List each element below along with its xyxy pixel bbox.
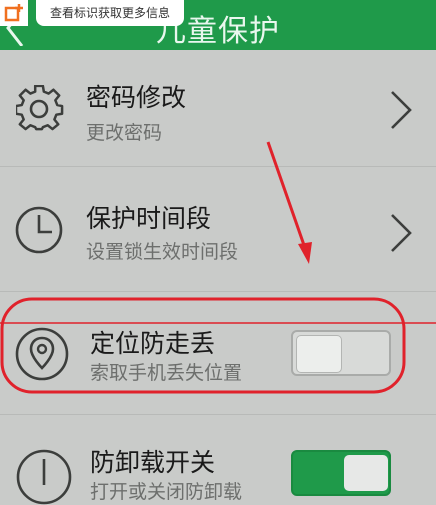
row-title: 防卸载开关	[90, 448, 216, 477]
row-subtitle: 设置锁生效时间段	[86, 241, 239, 263]
row-subtitle: 更改密码	[86, 122, 163, 144]
uninstall-toggle[interactable]	[291, 450, 391, 496]
row-subtitle: 索取手机丢失位置	[90, 362, 243, 384]
clock-icon	[15, 206, 63, 254]
gear-icon	[16, 85, 64, 131]
settings-row-password[interactable]: 密码修改 更改密码	[0, 50, 436, 166]
info-badge-icon[interactable]	[0, 0, 28, 26]
settings-row-protect-time[interactable]: 保护时间段 设置锁生效时间段	[0, 167, 436, 291]
power-icon	[16, 449, 72, 505]
chevron-right-icon	[391, 91, 412, 129]
row-title: 定位防走丢	[90, 329, 216, 358]
chevron-right-icon	[391, 214, 412, 252]
row-title: 保护时间段	[86, 204, 212, 233]
info-tooltip[interactable]: 查看标识获取更多信息	[36, 0, 185, 26]
location-toggle[interactable]	[291, 330, 391, 376]
location-pin-icon	[15, 327, 69, 381]
row-title: 密码修改	[86, 83, 187, 112]
toggle-knob	[344, 455, 388, 491]
settings-row-location[interactable]: 定位防走丢 索取手机丢失位置	[0, 292, 436, 414]
settings-row-uninstall[interactable]: 防卸载开关 打开或关闭防卸载	[0, 415, 436, 505]
row-subtitle: 打开或关闭防卸载	[90, 481, 243, 503]
toggle-knob	[296, 335, 342, 373]
